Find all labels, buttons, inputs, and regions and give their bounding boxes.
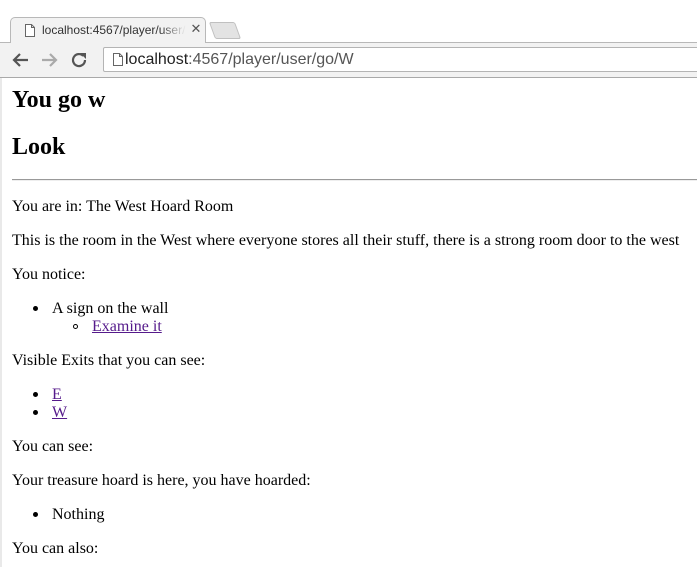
page-icon [113,53,123,66]
can-see-label: You can see: [12,438,94,455]
bullet [33,410,38,415]
page-content: You go w Look You are in: The West Hoard… [12,78,697,567]
window-edge [0,78,2,567]
exit-link-e[interactable]: E [52,386,62,404]
tab-close-icon[interactable]: ✕ [189,22,203,38]
bullet [33,392,38,397]
browser-tab[interactable]: localhost:4567/player/user/go/W ✕ [10,17,206,43]
browser-chrome: localhost:4567/player/user/go/W ✕ localh… [0,0,697,78]
url-path: :4567/player/user/go/W [188,51,354,68]
tab-title: localhost:4567/player/user/go/W [42,23,186,39]
location-text: You are in: The West Hoard Room [12,198,234,215]
heading-go: You go w [12,87,106,113]
examine-link[interactable]: Examine it [92,318,162,336]
exit-link-w[interactable]: W [52,404,67,422]
page-icon [25,24,35,37]
back-arrow-icon[interactable] [11,50,31,70]
exits-label: Visible Exits that you can see: [12,352,206,369]
bullet [33,512,38,517]
can-also-label: You can also: [12,540,99,557]
bullet [33,306,38,311]
notice-label: You notice: [12,266,86,283]
hoard-label: Your treasure hoard is here, you have ho… [12,472,311,489]
circle-bullet [73,324,78,329]
heading-look: Look [12,134,66,160]
hoard-item: Nothing [52,506,105,523]
url-host: localhost [125,51,189,68]
room-description: This is the room in the West where every… [12,232,680,249]
notice-item-text: A sign on the wall [52,300,169,317]
address-bar[interactable]: localhost:4567/player/user/go/W [103,47,697,72]
horizontal-rule [12,179,697,181]
forward-arrow-icon[interactable] [39,50,59,70]
reload-icon[interactable] [69,50,89,70]
url-text[interactable]: localhost:4567/player/user/go/W [125,50,354,70]
